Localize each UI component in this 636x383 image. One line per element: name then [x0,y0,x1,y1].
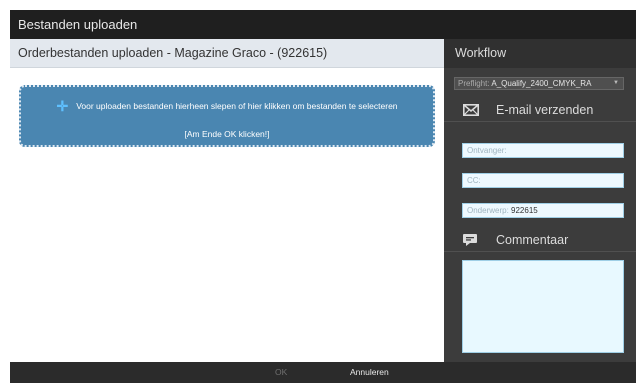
dropzone-note: [Am Ende OK klicken!] [184,129,270,139]
main-panel: Orderbestanden uploaden - Magazine Graco… [10,39,444,362]
workflow-header: Workflow [444,39,636,68]
workflow-sidebar: Workflow Preflight: A_Qualify_2400_CMYK_… [444,39,636,362]
preflight-label: Preflight: [458,79,490,88]
subject-label: Onderwerp: [467,206,509,215]
comment-textarea[interactable] [462,260,624,353]
comment-icon [463,234,477,246]
recipient-input[interactable] [462,143,624,158]
subject-value: 922615 [511,206,538,215]
email-section-header: E-mail verzenden [444,98,636,122]
email-section-title: E-mail verzenden [496,103,594,117]
comment-section-title: Commentaar [496,233,569,247]
window-title: Bestanden uploaden [10,10,636,39]
subject-field[interactable]: Onderwerp: 922615 [462,203,624,218]
plus-icon: ✛ [56,98,69,114]
cancel-button[interactable]: Annuleren [350,367,389,377]
main-panel-header: Orderbestanden uploaden - Magazine Graco… [10,39,444,68]
dialog-footer: OK Annuleren [10,362,636,383]
dropzone-instruction-row: ✛ Voor uploaden bestanden hierheen slepen… [21,98,433,115]
upload-dialog: Bestanden uploaden Orderbestanden upload… [10,10,636,383]
cc-input[interactable] [462,173,624,188]
chevron-down-icon: ▼ [613,80,619,86]
preflight-value: A_Qualify_2400_CMYK_RA [491,79,592,88]
preflight-select[interactable]: Preflight: A_Qualify_2400_CMYK_RA ▼ [454,77,624,90]
dropzone-instruction: Voor uploaden bestanden hierheen slepen … [76,101,398,111]
comment-section-header: Commentaar [444,228,636,252]
envelope-icon [463,104,479,116]
file-dropzone[interactable]: ✛ Voor uploaden bestanden hierheen slepen… [19,85,435,147]
ok-button[interactable]: OK [275,367,287,377]
